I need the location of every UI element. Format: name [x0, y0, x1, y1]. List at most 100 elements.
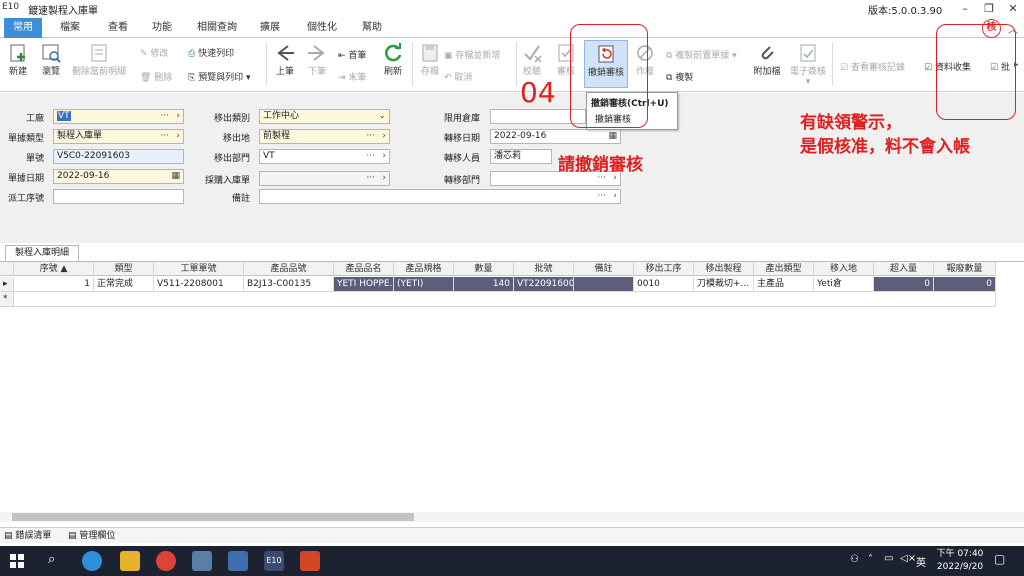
col-header[interactable]: 批號	[514, 262, 574, 276]
table-cell[interactable]: VT22091600...	[514, 277, 574, 292]
copy-prev-doc-button[interactable]: ⧉ 複製前置單據 ▾	[666, 48, 737, 61]
edge-icon[interactable]	[82, 551, 102, 571]
table-cell[interactable]: V511-2208001	[154, 277, 244, 292]
delete-button[interactable]: 🗑 刪除	[140, 70, 172, 83]
transfer-date-field[interactable]: 2022-09-16 ▦	[490, 129, 621, 144]
col-header[interactable]: 備註	[574, 262, 634, 276]
calculator-icon[interactable]	[192, 551, 212, 571]
people-icon[interactable]: ⚇	[850, 554, 859, 565]
table-cell[interactable]: 正常完成	[94, 277, 154, 292]
table-cell[interactable]: 刀模裁切+...	[694, 277, 754, 292]
doc-no-field[interactable]: V5C0-22091603	[53, 149, 184, 164]
search-icon[interactable]: ⌕	[48, 552, 55, 567]
table-cell[interactable]: Yeti倉	[814, 277, 874, 292]
tab-view[interactable]: 查看	[98, 18, 138, 38]
windows-start-icon[interactable]	[10, 554, 24, 568]
out-place-field[interactable]: 前製程 ··· ›	[259, 129, 390, 144]
tab-file[interactable]: 檔案	[50, 18, 90, 38]
tab-function[interactable]: 功能	[142, 18, 182, 38]
table-cell[interactable]: B2J13-C00135	[244, 277, 334, 292]
tab-manage-fields[interactable]: ▤ 管理欄位	[68, 529, 115, 543]
col-header[interactable]: 移出製程	[694, 262, 754, 276]
prev-record-button[interactable]: 上筆	[272, 42, 298, 77]
table-cell[interactable]: 0010	[634, 277, 694, 292]
modify-button[interactable]: ✎ 修改	[140, 46, 168, 59]
col-header[interactable]: 產品品名	[334, 262, 394, 276]
save-button[interactable]: 存檔	[418, 42, 442, 77]
table-cell[interactable]: 1	[14, 277, 94, 292]
refresh-button[interactable]: 刷新	[380, 42, 406, 77]
file-explorer-icon[interactable]	[120, 551, 140, 571]
scrollbar-thumb[interactable]	[12, 513, 414, 521]
new-row-icon[interactable]: *	[0, 292, 14, 307]
new-row[interactable]	[14, 292, 996, 307]
table-cell[interactable]	[574, 277, 634, 292]
tab-error-list[interactable]: ▤ 錯誤清單	[4, 529, 51, 543]
view-approval-log-button[interactable]: ☑ 查看審核記錄	[840, 60, 905, 73]
out-type-select[interactable]: 工作中心 ⌄	[259, 109, 390, 124]
table-cell[interactable]: YETI HOPPE...	[334, 277, 394, 292]
table-cell[interactable]: 0	[934, 277, 996, 292]
col-header[interactable]: 超入量	[874, 262, 934, 276]
table-cell[interactable]: 主產品	[754, 277, 814, 292]
clock-time: 下午 07:40	[936, 549, 984, 559]
col-header[interactable]: 移出工序	[634, 262, 694, 276]
new-button[interactable]: 新建	[4, 42, 32, 77]
e10-app-icon[interactable]: E10	[264, 551, 284, 571]
doc-type-field[interactable]: 製程入庫單 ··· ›	[53, 129, 184, 144]
col-header[interactable]: 產品規格	[394, 262, 454, 276]
chrome-icon[interactable]	[156, 551, 176, 571]
notification-icon[interactable]: ▢	[994, 552, 1005, 566]
minimize-button[interactable]: –	[954, 1, 976, 16]
restore-button[interactable]: ❐	[978, 1, 1000, 16]
chevron-up-icon[interactable]: ˄	[868, 554, 873, 565]
transfer-person-field[interactable]: 潘芯莉	[490, 149, 552, 164]
close-button[interactable]: ✕	[1002, 1, 1024, 16]
col-header[interactable]: 類型	[94, 262, 154, 276]
next-record-button[interactable]: 下筆	[304, 42, 330, 77]
powerpoint-icon[interactable]	[300, 551, 320, 571]
doc-date-field[interactable]: 2022-09-16 ▦	[53, 169, 184, 184]
cancel-button[interactable]: ↶ 取消	[444, 70, 472, 83]
e-sign-button[interactable]: 電子簽核 ▾	[788, 42, 828, 87]
col-header[interactable]: 序號 ▲	[14, 262, 94, 276]
tab-common[interactable]: 常用	[4, 18, 42, 38]
notepad-icon[interactable]	[228, 551, 248, 571]
tab-extend[interactable]: 擴展	[250, 18, 290, 38]
tab-help[interactable]: 幫助	[352, 18, 392, 38]
table-cell[interactable]: 0	[874, 277, 934, 292]
col-header[interactable]: 工單單號	[154, 262, 244, 276]
tab-personalize[interactable]: 個性化	[300, 18, 344, 38]
last-record-button[interactable]: ⇥ 末筆	[338, 70, 366, 83]
col-header[interactable]: 產品品號	[244, 262, 334, 276]
ime-lang[interactable]: 英	[916, 554, 926, 569]
factory-field[interactable]: VT ··· ›	[53, 109, 184, 124]
col-header[interactable]: 報廢數量	[934, 262, 996, 276]
volume-icon[interactable]: ◁×	[900, 553, 916, 564]
clock-date: 2022/9/20	[936, 562, 984, 572]
col-header[interactable]: 數量	[454, 262, 514, 276]
purchase-in-field[interactable]: ··· ›	[259, 171, 390, 186]
col-header[interactable]: 產出類型	[754, 262, 814, 276]
col-header[interactable]: 移入地	[814, 262, 874, 276]
validate-button[interactable]: 校驗	[520, 42, 544, 77]
remark-field[interactable]: ··· ›	[259, 189, 621, 204]
horizontal-scrollbar[interactable]	[0, 512, 1024, 522]
table-cell[interactable]: (YETI)	[394, 277, 454, 292]
save-and-new-button[interactable]: ▣ 存檔並新增	[444, 48, 500, 61]
table-cell[interactable]: 140	[454, 277, 514, 292]
source-no-field[interactable]	[53, 189, 184, 204]
tab-detail[interactable]: 製程入庫明細	[5, 245, 79, 261]
preview-print-button[interactable]: ⎘ 預覽與列印 ▾	[188, 70, 250, 83]
network-icon[interactable]: ▭	[884, 553, 893, 564]
copy-button[interactable]: ⧉ 複製	[666, 70, 693, 83]
delete-current-detail-button[interactable]: 刪除當前明細	[70, 42, 128, 77]
row-selector-icon[interactable]: ▸	[0, 277, 14, 292]
browse-button[interactable]: 瀏覽	[37, 42, 65, 77]
taskbar-clock[interactable]: 下午 07:40 2022/9/20	[930, 548, 990, 574]
tab-related-query[interactable]: 相關查詢	[192, 18, 242, 38]
attachment-button[interactable]: 附加檔	[750, 42, 784, 77]
out-dept-field[interactable]: VT ··· ›	[259, 149, 390, 164]
quick-print-button[interactable]: ⎙ 快速列印	[188, 46, 234, 59]
first-record-button[interactable]: ⇤ 首筆	[338, 48, 366, 61]
